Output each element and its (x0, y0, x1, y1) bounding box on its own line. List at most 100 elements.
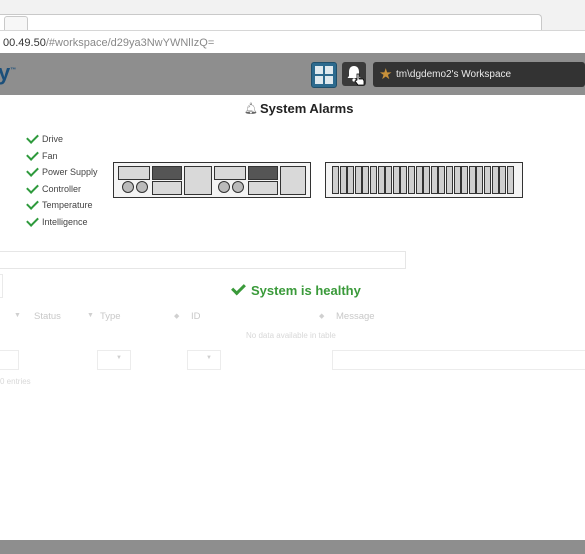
browser-tabstrip (0, 0, 585, 33)
page-footer (0, 540, 585, 554)
disk-slot (370, 166, 377, 194)
grid-icon-cell (325, 66, 333, 74)
column-header-status[interactable]: Status (34, 311, 61, 322)
io-bay (248, 181, 278, 195)
health-status: System is healthy (230, 280, 361, 299)
filter-field-id[interactable]: ▼ (187, 350, 221, 370)
check-label: Intelligence (42, 216, 88, 227)
check-icon (231, 280, 246, 296)
chassis-rear-image[interactable] (113, 162, 311, 198)
fan-icon (136, 181, 148, 193)
disk-slot (332, 166, 339, 194)
disk-slot (453, 166, 461, 194)
chassis-front-image[interactable] (325, 162, 523, 198)
filter-field-message[interactable] (332, 350, 585, 370)
sort-icon[interactable]: ◆ (319, 312, 324, 320)
check-label: Fan (42, 150, 58, 161)
check-icon (26, 147, 39, 161)
disk-slot (400, 166, 408, 194)
grid-icon-cell (325, 76, 333, 84)
grid-icon-cell (315, 66, 323, 74)
check-item-temperature: Temperature (25, 197, 98, 214)
table-info: 0 entries (0, 377, 31, 386)
brand-mark: ™ (10, 67, 17, 74)
disk-slot (468, 166, 476, 194)
expansion-bay (184, 166, 212, 195)
hand-cursor-icon (354, 73, 365, 86)
expansion-bay (280, 166, 306, 195)
new-tab-button[interactable] (4, 16, 28, 31)
disk-slot (499, 166, 507, 194)
search-filter-input[interactable] (0, 251, 406, 269)
sort-icon[interactable]: ▼ (14, 312, 21, 319)
disk-slot (506, 166, 514, 194)
disk-slot (392, 166, 400, 194)
brand-logo[interactable]: y™ (0, 60, 16, 86)
check-label: Temperature (42, 200, 93, 211)
grid-icon-cell (315, 76, 323, 84)
check-item-controller: Controller (25, 180, 98, 198)
column-header-id[interactable]: ID (191, 311, 201, 322)
check-item-intelligence: Intelligence (25, 213, 98, 231)
column-header-type[interactable]: Type (100, 311, 121, 322)
disk-slot (347, 166, 355, 194)
disk-slot (377, 166, 385, 194)
psu-bay (214, 166, 246, 180)
sort-icon[interactable]: ▼ (87, 312, 94, 319)
disk-slot (415, 166, 423, 194)
bell-icon: 🔔︎ (244, 103, 258, 115)
fan-icon (218, 181, 230, 193)
dashboard-grid-button[interactable] (311, 62, 337, 88)
check-item-power-supply: Power Supply (25, 164, 98, 181)
disk-slot (408, 166, 415, 194)
disk-slot (385, 166, 393, 194)
alarms-bell-button[interactable] (342, 62, 366, 86)
column-header-message[interactable]: Message (336, 311, 375, 322)
sort-icon[interactable]: ◆ (174, 312, 179, 320)
disk-slot (430, 166, 438, 194)
disk-slot (362, 166, 370, 194)
page-title-text: System Alarms (260, 101, 354, 116)
check-label: Power Supply (42, 167, 98, 178)
check-icon (26, 164, 39, 178)
star-icon: ★ (379, 66, 393, 83)
address-bar[interactable]: 00.49.50/#workspace/d29ya3NwYWNlIzQ= (0, 30, 585, 54)
filter-field-status[interactable] (0, 350, 19, 370)
disk-slot (461, 166, 469, 194)
brand-text: y (0, 60, 11, 85)
fan-icon (122, 181, 134, 193)
check-item-drive: Drive (25, 131, 98, 148)
disk-slot (354, 166, 362, 194)
io-bay (152, 181, 182, 195)
check-icon (26, 197, 39, 211)
check-icon (26, 180, 39, 194)
disk-slot (476, 166, 484, 194)
url-text: 00.49.50/#workspace/d29ya3NwYWNlIzQ= (3, 37, 214, 49)
workspace-label: tm\dgdemo2's Workspace (396, 69, 512, 80)
controller-bay (248, 166, 278, 180)
chevron-down-icon: ▼ (206, 355, 212, 361)
disk-slot (438, 166, 446, 194)
empty-table-message: No data available in table (246, 331, 336, 340)
psu-bay (118, 166, 150, 180)
health-status-text: System is healthy (251, 282, 361, 298)
chevron-down-icon: ▼ (116, 355, 122, 361)
check-icon (26, 131, 39, 145)
filter-field-type[interactable]: ▼ (97, 350, 131, 370)
check-label: Controller (42, 183, 82, 194)
disk-slot (491, 166, 499, 194)
disk-slot (484, 166, 491, 194)
disk-slot (446, 166, 453, 194)
url-path: /#workspace/d29ya3NwYWNlIzQ= (45, 37, 215, 49)
workspace-selector[interactable]: ★ tm\dgdemo2's Workspace (373, 62, 585, 87)
fan-icon (232, 181, 244, 193)
controller-bay (152, 166, 182, 180)
url-host: 00.49.50 (3, 37, 46, 49)
check-item-fan: Fan (25, 147, 98, 165)
check-icon (26, 213, 39, 227)
disk-slot (339, 166, 347, 194)
disk-slot (423, 166, 431, 194)
check-label: Drive (42, 134, 64, 145)
page-length-select[interactable] (0, 274, 3, 298)
component-checklist: Drive Fan Power Supply Controller Temper… (25, 131, 98, 230)
